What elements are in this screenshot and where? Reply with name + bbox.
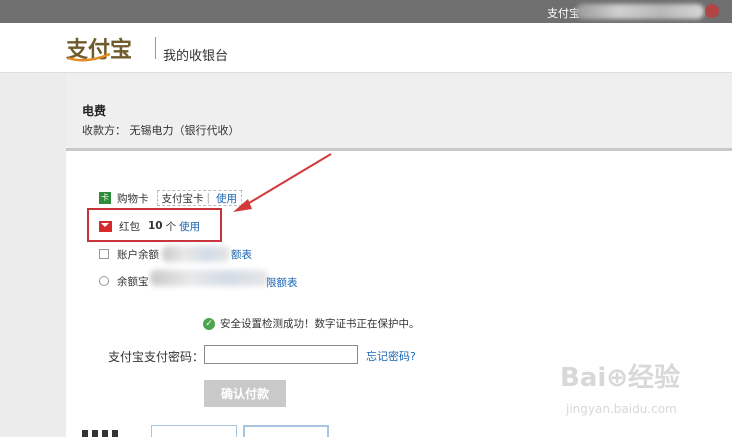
password-input[interactable] [204,345,358,364]
tab-separator: | [206,192,211,204]
order-title: 电费 [82,104,107,118]
order-summary: 电费 收款方： 无锡电力（银行代收） [66,73,732,148]
shopping-card-row: 卡 购物卡 支付宝卡 | 使用 [99,190,243,206]
blurred-account [576,4,704,19]
header: 支付宝 我的收银台 [0,23,732,73]
security-status: ✓ 安全设置检测成功！数字证书正在保护中。 [203,316,420,331]
red-packet-row: 红包 10 个 使用 [99,218,200,234]
payee-info: 收款方： 无锡电力（银行代收） [82,124,240,137]
balance-label: 账户余额 [117,248,159,261]
shopping-card-label: 购物卡 [117,192,149,205]
confirm-payment-button[interactable]: 确认付款 [204,380,286,407]
baidu-watermark: Bai⊕经验 jingyan.baidu.com [560,357,681,416]
red-packet-count: 10 [148,220,163,232]
forgot-password-link[interactable]: 忘记密码? [366,348,416,364]
yuebao-limits-link[interactable]: 限额表 [266,275,298,290]
balance-row[interactable]: 账户余额 [99,246,159,262]
red-envelope-icon [99,220,112,232]
top-bar: 支付宝 [0,0,732,23]
balance-checkbox[interactable] [99,249,109,259]
bottom-cutoff-label [82,430,122,437]
yuebao-label: 余额宝 [117,275,149,288]
red-packet-use-link[interactable]: 使用 [179,219,200,234]
security-message: 安全设置检测成功！数字证书正在保护中。 [220,318,420,330]
alipay-card-tab[interactable]: 支付宝卡 | 使用 [156,190,243,206]
shopping-card-icon: 卡 [99,192,111,204]
blurred-yuebao [150,270,268,286]
password-label: 支付宝支付密码： [108,350,205,364]
user-name[interactable]: 支付宝 [547,5,580,21]
watermark-main: Bai⊕经验 [560,363,681,393]
account-avatar[interactable] [705,4,719,18]
watermark-url: jingyan.baidu.com [566,402,677,416]
bottom-option-1[interactable] [151,425,237,437]
yuebao-radio[interactable] [99,276,109,286]
red-packet-label: 红包 [119,220,140,233]
check-circle-icon: ✓ [203,317,215,330]
alipay-card-label: 支付宝卡 [161,192,204,205]
red-packet-unit: 个 [165,220,177,233]
blurred-balance [162,246,230,262]
bottom-option-2[interactable] [243,425,329,437]
logo-divider [155,37,156,59]
balance-limits-link[interactable]: 额表 [231,247,252,262]
alipay-logo[interactable]: 支付宝 [66,34,148,62]
yuebao-row[interactable]: 余额宝 [99,273,149,289]
cashier-title: 我的收银台 [163,49,229,64]
shopping-card-use-link[interactable]: 使用 [216,191,237,206]
